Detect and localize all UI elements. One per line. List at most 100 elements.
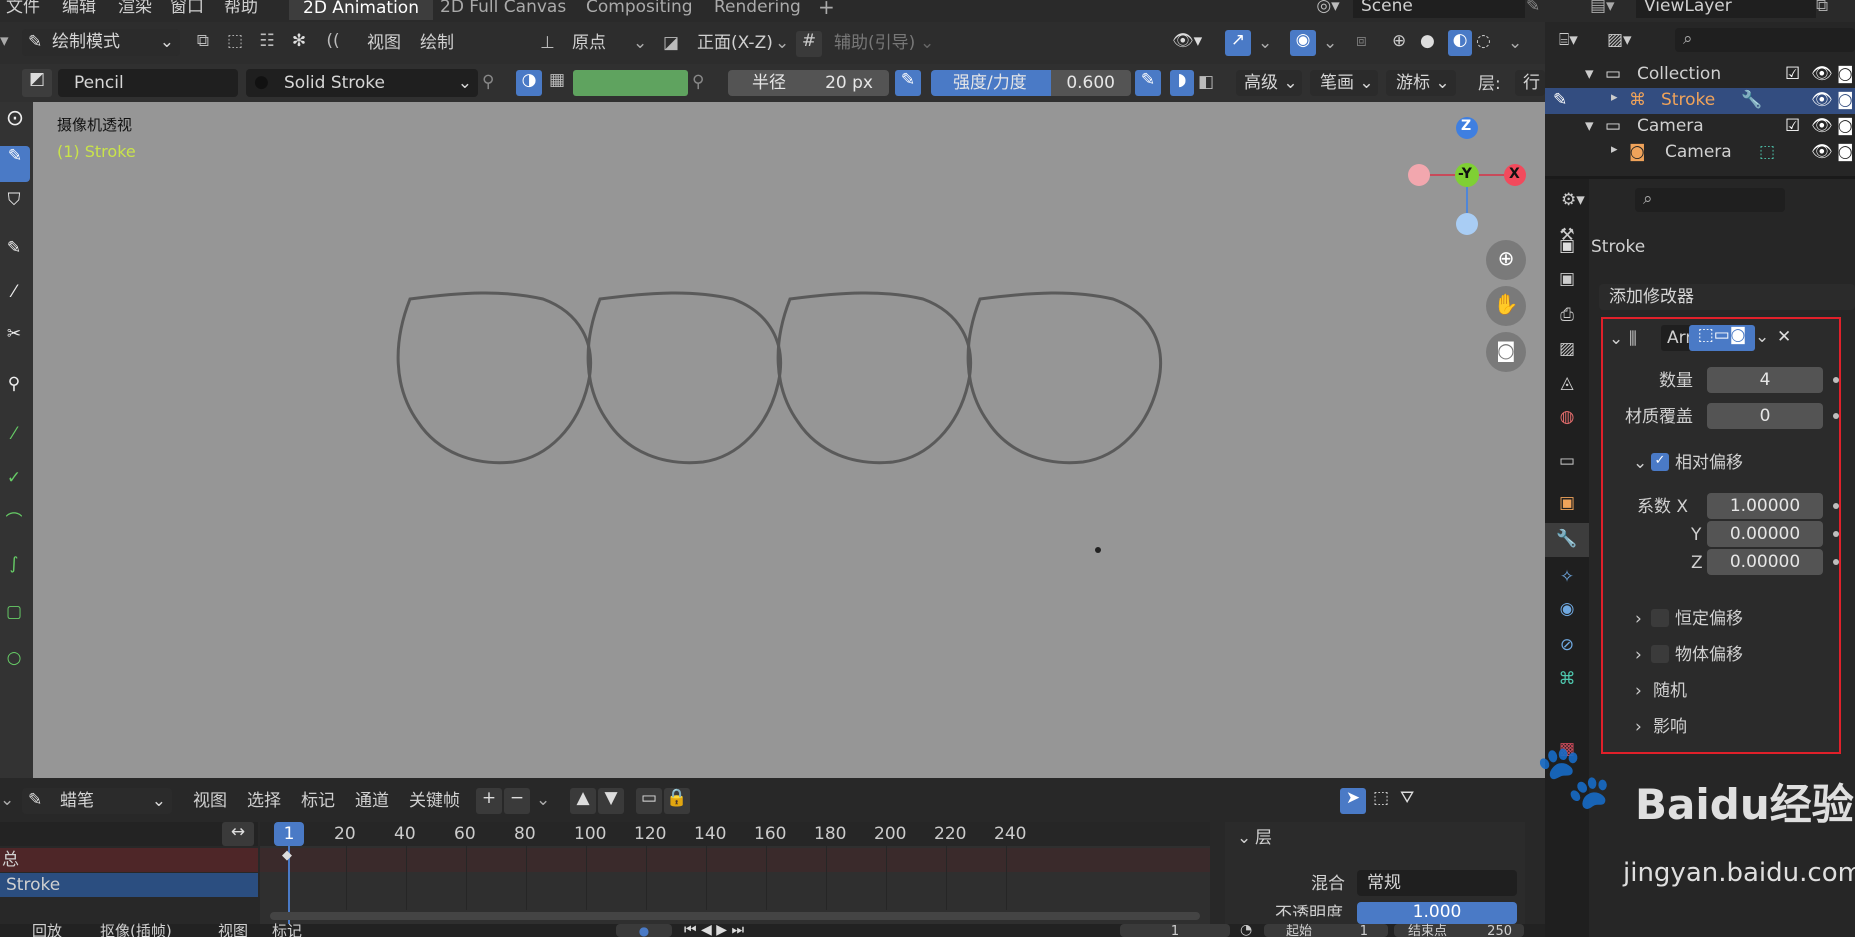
- constraints-tab-icon[interactable]: ⊘: [1553, 635, 1581, 655]
- factor-x-field[interactable]: 1.00000: [1707, 493, 1823, 519]
- expand-icon[interactable]: ›: [1635, 681, 1642, 701]
- scene-tab-icon[interactable]: ◬: [1553, 373, 1581, 393]
- sculpt-icon[interactable]: ☷: [254, 31, 280, 57]
- random-label[interactable]: 随机: [1653, 681, 1687, 701]
- camera-render-icon[interactable]: ◙: [1837, 142, 1854, 162]
- checkbox-icon[interactable]: ☑: [1785, 116, 1800, 136]
- outliner-row-camera[interactable]: ▸ ◙ Camera ⬚ 👁 ◙: [1545, 140, 1855, 166]
- lock-icon[interactable]: 🔒: [664, 788, 690, 814]
- edit-lines-icon[interactable]: ⬚: [222, 31, 248, 57]
- zoom-icon[interactable]: ⊕: [1486, 240, 1526, 280]
- physics-tab-icon[interactable]: ◉: [1553, 599, 1581, 619]
- visibility-icon[interactable]: 👁▾: [1172, 31, 1202, 51]
- camera-view-icon[interactable]: ◙: [1486, 332, 1526, 372]
- view-layer-tab-icon[interactable]: ▨: [1553, 339, 1581, 359]
- scene-selector[interactable]: Scene: [1353, 0, 1525, 18]
- menu-file[interactable]: 文件: [6, 0, 40, 17]
- menu-window[interactable]: 窗口: [170, 0, 204, 17]
- material-selector[interactable]: Solid Stroke ⌄: [246, 69, 478, 97]
- material-shading-icon[interactable]: ◐: [1448, 30, 1472, 56]
- modifier-visibility-icon[interactable]: ⬚▭◙: [1689, 325, 1755, 351]
- line-tool-icon[interactable]: ⁄: [0, 424, 28, 444]
- color-mode-icon[interactable]: ◑: [516, 70, 542, 96]
- erase-tool-icon[interactable]: ✎: [0, 238, 28, 258]
- effects-tab-icon[interactable]: ✧: [1553, 567, 1581, 587]
- move-up-icon[interactable]: ▲: [570, 788, 596, 814]
- add-layer-icon[interactable]: +: [476, 788, 502, 814]
- menu-view[interactable]: 视图: [367, 33, 401, 53]
- timeline-scrollbar[interactable]: [270, 912, 1200, 920]
- playback-controls-icon[interactable]: ⏮ ◀ ▶ ⏭: [684, 922, 744, 937]
- display-mode-icon[interactable]: ▨▾: [1607, 30, 1632, 50]
- outliner-editor-icon[interactable]: ⌸▾: [1559, 30, 1578, 50]
- swap-icon[interactable]: ↔: [222, 822, 254, 846]
- checkbox-icon[interactable]: [1651, 645, 1669, 663]
- curve-icon[interactable]: ((: [320, 31, 346, 57]
- tab-compositing[interactable]: Compositing: [586, 0, 693, 17]
- radius-field[interactable]: 半径 20 px: [728, 70, 889, 96]
- object-tab-icon[interactable]: ▣: [1553, 493, 1581, 513]
- timeline-mode-selector[interactable]: 蜡笔 ⌄: [22, 788, 172, 814]
- data-tab-icon[interactable]: ⌘: [1553, 669, 1581, 689]
- circle-tool-icon[interactable]: ○: [0, 648, 28, 668]
- brush-selector[interactable]: Pencil: [58, 69, 238, 97]
- xray-icon[interactable]: ⧈: [1356, 31, 1367, 51]
- keyframe-dot[interactable]: [1833, 531, 1839, 537]
- curve-tool-icon[interactable]: ∫: [0, 554, 28, 574]
- keyframe-dot[interactable]: [1833, 377, 1839, 383]
- channel-stroke[interactable]: Stroke: [0, 873, 258, 897]
- properties-editor-icon[interactable]: ⚙▾: [1561, 190, 1585, 210]
- vertex-color-icon[interactable]: ▦: [544, 70, 570, 96]
- viewlayer-icon[interactable]: ▤▾: [1590, 0, 1615, 16]
- current-frame-field[interactable]: 1: [1120, 924, 1230, 937]
- stroke-dropdown[interactable]: 笔画 ⌄: [1310, 70, 1378, 96]
- close-icon[interactable]: ✕: [1777, 327, 1791, 347]
- eye-icon[interactable]: 👁: [1811, 64, 1833, 84]
- stabilize-icon[interactable]: ◗: [1170, 70, 1194, 96]
- dopesheet-area[interactable]: 1 ◆ 20 40 60 80 100 120 140 160 180 200 220 240: [260, 822, 1210, 924]
- timeline-menu-select[interactable]: 选择: [247, 791, 281, 811]
- select-box-icon[interactable]: ⬚: [1368, 788, 1394, 814]
- viewport-3d[interactable]: 摄像机透视 (1) Stroke Z -Y X ⊕ ✋ ◙: [33, 102, 1545, 778]
- bottom-view-menu[interactable]: 视图: [218, 922, 248, 937]
- plane-selector[interactable]: 正面(X-Z): [697, 33, 773, 53]
- blend-selector[interactable]: 常规: [1357, 870, 1517, 896]
- influence-label[interactable]: 影响: [1653, 717, 1687, 737]
- tab-2d-animation[interactable]: 2D Animation: [289, 0, 433, 21]
- scene-icon[interactable]: ◎▾: [1310, 0, 1346, 16]
- keying-menu[interactable]: 抠像(插帧): [100, 922, 172, 937]
- snow-icon[interactable]: ✻: [286, 31, 312, 57]
- render-tab-icon[interactable]: ▣: [1553, 269, 1581, 289]
- timeline-menu-keyframe[interactable]: 关键帧: [409, 791, 460, 811]
- timeline-menu-channel[interactable]: 通道: [355, 791, 389, 811]
- gizmo-x-label[interactable]: X: [1509, 166, 1520, 183]
- playback-menu[interactable]: 回放: [32, 922, 62, 937]
- opacity-slider[interactable]: 1.000: [1357, 902, 1517, 924]
- move-down-icon[interactable]: ▼: [598, 788, 624, 814]
- editor-type-chevron-icon[interactable]: ▾: [0, 31, 9, 51]
- pan-hand-icon[interactable]: ✋: [1486, 286, 1526, 326]
- chevron-down-icon[interactable]: ⌄: [1755, 327, 1769, 347]
- gizmo-y-label[interactable]: -Y: [1458, 166, 1472, 183]
- expand-icon[interactable]: ▾: [1585, 116, 1594, 136]
- cutter-tool-icon[interactable]: ✂: [0, 324, 28, 344]
- brush-icon[interactable]: ◩: [22, 69, 52, 97]
- viewlayer-selector[interactable]: ViewLayer: [1636, 0, 1816, 18]
- expand-icon[interactable]: ⌄: [1633, 453, 1647, 473]
- strength-slider[interactable]: 强度/力度 0.600: [931, 70, 1131, 96]
- camera-render-icon[interactable]: ◙: [1837, 64, 1854, 84]
- overlay-toggle-icon[interactable]: ◉: [1290, 30, 1316, 56]
- tint-tool-icon[interactable]: ⁄: [0, 282, 28, 302]
- keyframe-dot[interactable]: [1833, 413, 1839, 419]
- guide-toggle[interactable]: 辅助(引导): [834, 33, 915, 53]
- solid-shading-icon[interactable]: ●: [1420, 31, 1435, 51]
- add-modifier-button[interactable]: 添加修改器: [1599, 284, 1855, 310]
- expand-icon[interactable]: ›: [1635, 609, 1642, 629]
- channel-summary[interactable]: 总: [0, 848, 258, 872]
- modifier-tab-icon[interactable]: 🔧: [1545, 523, 1589, 557]
- keyframe-dot[interactable]: [1833, 503, 1839, 509]
- material-override-field[interactable]: 0: [1707, 403, 1823, 429]
- expand-icon[interactable]: ▸: [1611, 90, 1618, 106]
- fill-tool-icon[interactable]: ⛉: [0, 190, 28, 210]
- camera-render-icon[interactable]: ◙: [1837, 90, 1854, 110]
